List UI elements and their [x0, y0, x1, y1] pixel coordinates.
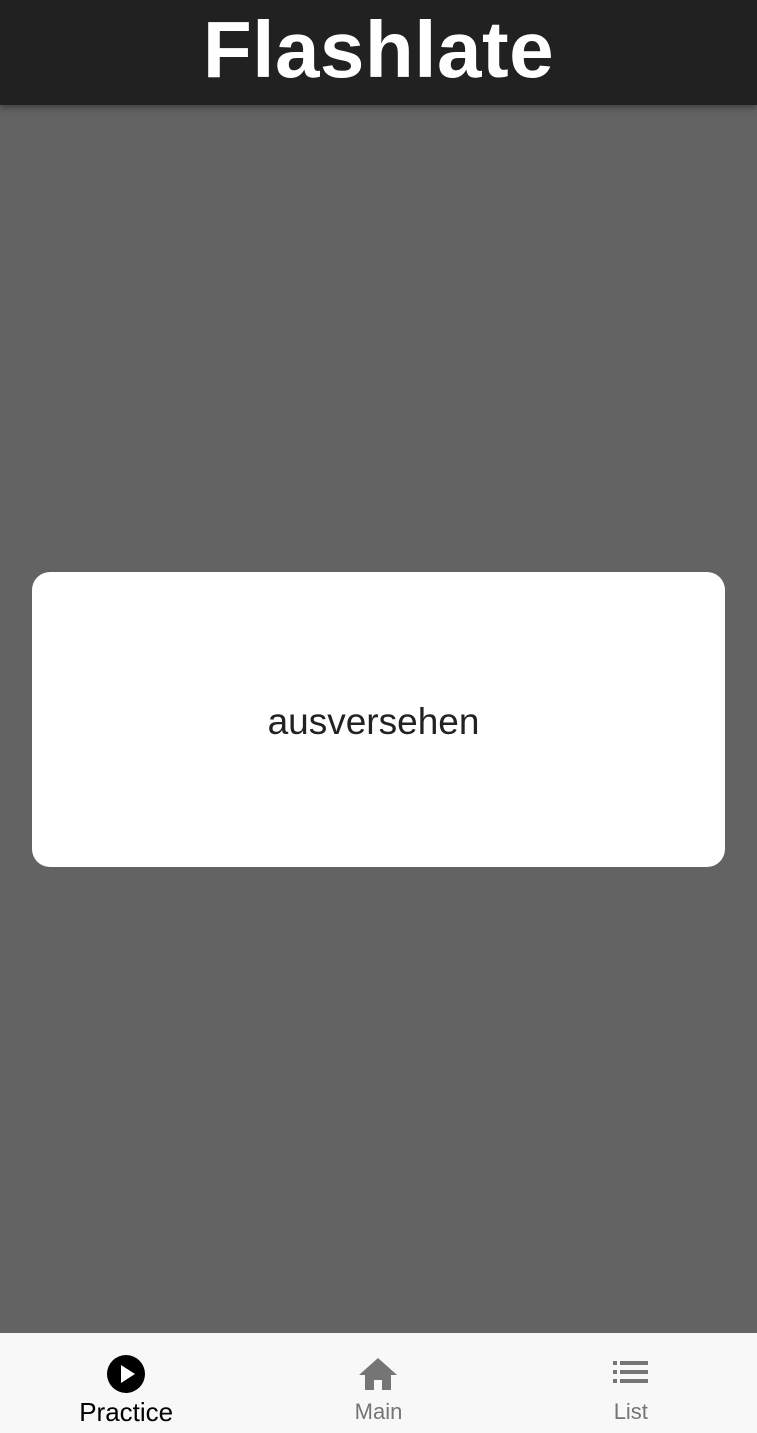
practice-area: ausversehen: [0, 105, 757, 1333]
flashcard[interactable]: ausversehen: [32, 572, 725, 867]
nav-item-main[interactable]: Main: [252, 1333, 504, 1433]
flashcard-word: ausversehen: [267, 700, 480, 742]
nav-item-practice[interactable]: Practice: [0, 1333, 252, 1433]
play-circle-icon: [105, 1353, 147, 1395]
bottom-navigation: Practice Main List: [0, 1333, 757, 1433]
list-icon: [610, 1353, 652, 1395]
home-icon: [357, 1353, 399, 1395]
nav-label-main: Main: [354, 1399, 403, 1424]
app-bar: Flashlate: [0, 0, 757, 105]
nav-label-practice: Practice: [79, 1397, 174, 1427]
app-title: Flashlate: [202, 4, 555, 94]
nav-label-list: List: [613, 1399, 648, 1424]
nav-item-list[interactable]: List: [505, 1333, 757, 1433]
